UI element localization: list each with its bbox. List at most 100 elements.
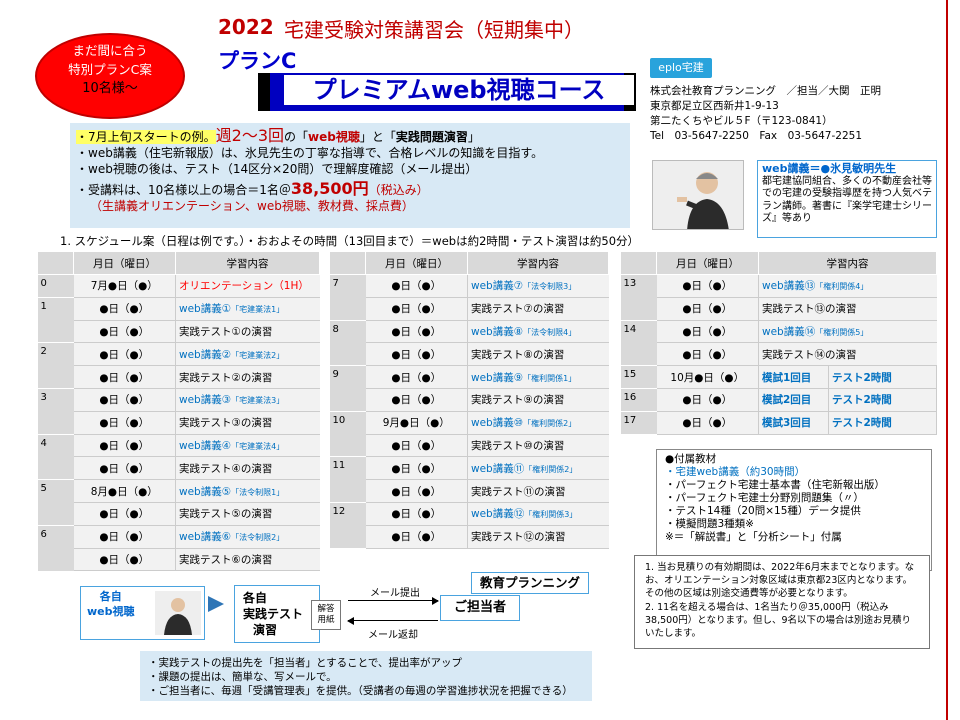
table-row: 0 7月●日（●） オリエンテーション（1H） (37, 274, 320, 298)
lesson-date: ●日（●） (365, 296, 468, 321)
flow-self-line-2: web視聴 (87, 605, 135, 618)
lesson-date: 10月●日（●） (656, 365, 759, 389)
lesson-title: 実践テスト⑩の演習 (471, 439, 565, 452)
table-row: ●日（●） 実践テスト⑨の演習 (330, 387, 609, 412)
lesson-topic: 「権利関係2」 (524, 464, 578, 474)
info-fee-price: 38,500円 (290, 179, 369, 198)
table-row: 6 ●日（●） web講義⑥「法令制限2」 (37, 524, 320, 571)
table-row: 8 ●日（●） web講義⑧「法令制限4」 (329, 319, 609, 366)
company-logo: eplo宅建 (650, 58, 712, 78)
lesson-number: 15 (620, 365, 657, 389)
info-line-4: ・受講料は、10名様以上の場合＝1名＠38,500円（税込み） (76, 181, 624, 198)
info-fee-label: ・受講料は、10名様以上の場合＝1名＠ (76, 183, 291, 197)
lesson-topic: 「法令制限3」 (523, 282, 577, 292)
materials-item: ・テスト14種（20問×15種）データ提供 (665, 505, 861, 517)
lesson-number: 4 (37, 433, 74, 480)
lesson-content: 実践テスト⑪の演習 (467, 479, 609, 503)
lesson-date: ●日（●） (73, 433, 176, 458)
flow-contact-person-box: ご担当者 (440, 595, 520, 621)
info-start-example: ・7月上旬スタートの例。 (76, 130, 216, 144)
table-row: 2 ●日（●） web講義②「宅建業法2」 (37, 342, 320, 389)
lesson-content: web講義④「宅建業法4」 (175, 433, 320, 458)
lesson-topic: 「宅建業法3」 (231, 396, 285, 406)
lesson-date: ●日（●） (73, 547, 176, 572)
company-line-2: 東京都足立区西新井1-9-13 (650, 100, 779, 112)
flow-answer-sheet: 解答 用紙 (311, 600, 341, 630)
lesson-date: ●日（●） (73, 296, 176, 321)
lesson-topic: 「宅建業法1」 (231, 305, 285, 315)
table-row: 10 9月●日（●） web講義⑩「権利関係2」 (329, 410, 609, 457)
lesson-title: web講義⑨ (471, 371, 524, 384)
lesson-title: web講義⑧ (471, 325, 524, 338)
flow-instructor-illustration (155, 591, 201, 635)
plan-title: プランC (218, 49, 297, 73)
mock-exam-name: 模試3回目 (758, 410, 829, 435)
table-row: ●日（●） 実践テスト⑧の演習 (330, 342, 609, 367)
notes-box: 1. 当お見積りの有効期間は、2022年6月末までとなります。なお、オリエンテー… (634, 555, 930, 649)
lesson-content: 実践テスト⑫の演習 (467, 524, 609, 549)
company-info: 株式会社教育プランニング ／担当／大関 正明 東京都足立区西新井1-9-13 第… (650, 84, 881, 144)
lesson-date: ●日（●） (656, 319, 759, 344)
lesson-number: 2 (37, 342, 74, 389)
lesson-title: web講義⑦ (471, 280, 524, 293)
table-row: 1 ●日（●） web講義①「宅建業法1」 (37, 296, 320, 343)
lesson-number: 12 (329, 501, 366, 549)
lesson-date: ●日（●） (656, 342, 759, 367)
table-row: ●日（●） 実践テスト⑥の演習 (38, 547, 320, 572)
lesson-date: ●日（●） (365, 501, 468, 526)
table-row: ●日（●） 実践テスト⑦の演習 (330, 296, 609, 321)
table-row: 3 ●日（●） web講義③「宅建業法3」 (37, 387, 320, 435)
lesson-content: 実践テスト②の演習 (175, 365, 320, 389)
lesson-number: 1 (37, 296, 74, 343)
lesson-number: 8 (329, 319, 366, 366)
schedule-table-3: 月日（曜日） 学習内容 13 ●日（●） web講義⑬「権利関係4」 ●日（●） 実践テ… (620, 251, 937, 435)
table-header-num (37, 251, 74, 275)
lesson-content: 実践テスト③の演習 (175, 410, 320, 435)
lesson-date: ●日（●） (365, 365, 468, 389)
lesson-title: オリエンテーション（1H） (179, 280, 309, 293)
note-2: 2. 11名を超える場合は、1名当たり＠35,000円（税込み38,500円）と… (645, 602, 912, 639)
flow-arrow-right-icon (208, 596, 224, 612)
lesson-title: 実践テスト⑨の演習 (471, 394, 565, 407)
table-header-date: 月日（曜日） (656, 251, 759, 275)
table-row: ●日（●） 実践テスト⑭の演習 (621, 342, 937, 367)
materials-box: ●付属教材 ・宅建web講義（約30時間） ・パーフェクト宅建士基本書（住宅新報… (656, 449, 932, 571)
lesson-content: web講義⑪「権利関係2」 (467, 456, 609, 481)
course-banner-text: プレミアムweb視聴コース (284, 75, 634, 105)
materials-item: ・模擬問題3種類※ (665, 518, 754, 530)
lesson-date: ●日（●） (73, 387, 176, 412)
mock-exam-duration: テスト2時間 (828, 365, 937, 389)
materials-item: ・パーフェクト宅建士基本書（住宅新報出版） (665, 479, 885, 491)
lesson-date: 7月●日（●） (73, 274, 176, 298)
schedule-table-1: 月日（曜日） 学習内容 0 7月●日（●） オリエンテーション（1H） 1 ●日（●） w… (37, 251, 320, 572)
mock-exam-duration: テスト2時間 (828, 410, 937, 435)
company-line-4: Tel 03-5647-2250 Fax 03-5647-2251 (650, 130, 862, 142)
lesson-content: 実践テスト⑭の演習 (758, 342, 937, 367)
info-line-1: ・7月上旬スタートの例。週2～3回の「web視聴」と「実践問題演習」 (76, 128, 624, 145)
lesson-number: 13 (620, 274, 657, 321)
bottom-note-1: ・実践テストの提出先を「担当者」とすることで、提出率がアップ (148, 657, 462, 669)
lesson-title: 実践テスト⑫の演習 (471, 531, 566, 544)
mock-exam-name: 模試2回目 (758, 387, 829, 412)
bottom-note-3: ・ご担当者に、毎週「受講管理表」を提供。（受講者の毎週の学習進捗状況を把握できる… (148, 685, 573, 697)
info-frequency: 週2～3回 (215, 126, 285, 145)
lesson-content: 実践テスト⑦の演習 (467, 296, 609, 321)
lesson-topic: 「宅建業法2」 (231, 350, 285, 360)
course-banner: プレミアムweb視聴コース (258, 73, 636, 111)
flow-instructor-image (155, 591, 201, 635)
table-header-date: 月日（曜日） (365, 251, 468, 275)
lesson-topic: 「法令制限2」 (231, 533, 285, 543)
lesson-date: ●日（●） (365, 274, 468, 298)
lesson-content: 実践テスト⑩の演習 (467, 433, 609, 458)
lesson-date: ●日（●） (656, 387, 759, 412)
promo-line-3: 10名様～ (82, 81, 138, 96)
info-line-2: ・web講義（住宅新報版）は、氷見先生の丁寧な指導で、合格レベルの知識を目指す。 (76, 146, 544, 160)
lesson-topic: 「権利関係5」 (815, 327, 869, 337)
lesson-content: 実践テスト④の演習 (175, 456, 320, 481)
flow-practice-line-2: 実践テスト (243, 607, 304, 621)
lesson-title: 実践テスト⑪の演習 (471, 485, 566, 498)
lesson-date: ●日（●） (73, 319, 176, 344)
instructor-photo-illustration (653, 161, 743, 229)
materials-item: ※＝「解説書」と「分析シート」付属 (665, 531, 842, 543)
note-1: 1. 当お見積りの有効期間は、2022年6月末までとなります。なお、オリエンテー… (645, 562, 915, 599)
